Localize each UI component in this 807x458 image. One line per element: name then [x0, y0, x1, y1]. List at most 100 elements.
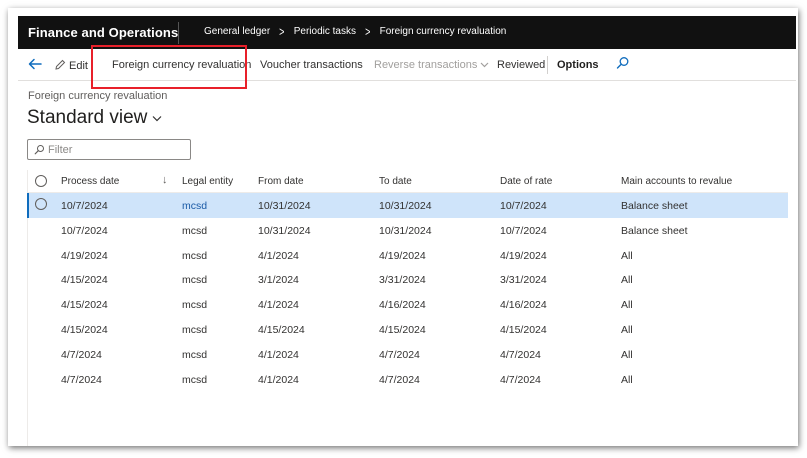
grid-body: 10/7/2024 mcsd 10/31/2024 10/31/2024 10/7/20… [27, 193, 788, 391]
window-frame: Finance and Operations General ledger > … [8, 8, 798, 446]
cell-date-of-rate: 4/7/2024 [500, 348, 541, 361]
revaluation-grid: Process date ↓ Legal entity From date To… [27, 170, 788, 391]
table-row[interactable]: 4/7/2024 mcsd 4/1/2024 4/7/2024 4/7/2024 All [27, 367, 788, 392]
breadcrumb-general-ledger[interactable]: General ledger [204, 26, 270, 37]
cell-process-date: 4/15/2024 [61, 299, 108, 312]
cell-main-accounts: All [621, 274, 633, 287]
cell-legal-entity[interactable]: mcsd [182, 374, 207, 386]
pencil-icon [55, 59, 66, 70]
voucher-transactions-button[interactable]: Voucher transactions [260, 59, 363, 71]
column-header-process-date[interactable]: Process date [61, 176, 119, 187]
back-arrow-icon[interactable] [26, 55, 44, 73]
table-row[interactable]: 4/15/2024 mcsd 3/1/2024 3/31/2024 3/31/2024 A… [27, 267, 788, 292]
cell-main-accounts: All [621, 323, 633, 336]
search-icon[interactable] [616, 56, 630, 70]
table-row[interactable]: 4/19/2024 mcsd 4/1/2024 4/19/2024 4/19/2024 A… [27, 243, 788, 268]
radio-icon [35, 198, 47, 210]
row-select-radio[interactable] [35, 198, 47, 210]
cell-from-date: 10/31/2024 [258, 224, 311, 237]
cell-process-date: 4/15/2024 [61, 323, 108, 336]
column-header-to-date[interactable]: To date [379, 176, 412, 187]
column-header-from-date[interactable]: From date [258, 176, 304, 187]
action-divider [547, 56, 548, 74]
cell-date-of-rate: 4/15/2024 [500, 323, 547, 336]
cell-to-date: 4/19/2024 [379, 249, 426, 262]
selection-indicator [27, 193, 29, 218]
edit-button[interactable]: Edit [54, 59, 88, 72]
select-all-radio[interactable] [35, 175, 47, 187]
cell-date-of-rate: 4/19/2024 [500, 249, 547, 262]
chevron-down-icon [480, 62, 489, 68]
cell-main-accounts: All [621, 249, 633, 262]
cell-process-date: 4/7/2024 [61, 373, 102, 386]
cell-from-date: 10/31/2024 [258, 200, 311, 212]
cell-to-date: 3/31/2024 [379, 274, 426, 287]
cell-legal-entity[interactable]: mcsd [182, 349, 207, 361]
cell-legal-entity[interactable]: mcsd [182, 200, 207, 212]
cell-from-date: 4/1/2024 [258, 348, 299, 361]
cell-to-date: 4/16/2024 [379, 299, 426, 312]
view-selector[interactable]: Standard view [27, 107, 162, 129]
column-header-date-of-rate[interactable]: Date of rate [500, 176, 552, 187]
filter-search-icon [34, 145, 44, 155]
cell-to-date: 4/15/2024 [379, 323, 426, 336]
cell-legal-entity[interactable]: mcsd [182, 250, 207, 262]
breadcrumb-current-page: Foreign currency revaluation [379, 26, 507, 37]
cell-from-date: 4/15/2024 [258, 323, 305, 336]
table-row[interactable]: 4/15/2024 mcsd 4/1/2024 4/16/2024 4/16/2024 A… [27, 292, 788, 317]
cell-from-date: 3/1/2024 [258, 274, 299, 287]
chevron-down-icon [152, 115, 162, 121]
cell-process-date: 4/15/2024 [61, 274, 108, 287]
breadcrumb-periodic-tasks[interactable]: Periodic tasks [294, 26, 356, 37]
cell-process-date: 4/7/2024 [61, 348, 102, 361]
cell-legal-entity[interactable]: mcsd [182, 225, 207, 237]
highlight-annotation-box [91, 45, 247, 89]
table-row[interactable]: 10/7/2024 mcsd 10/31/2024 10/31/2024 10/7/20… [27, 193, 788, 218]
cell-main-accounts: Balance sheet [621, 224, 688, 237]
cell-to-date: 10/31/2024 [379, 224, 432, 237]
cell-date-of-rate: 10/7/2024 [500, 200, 547, 212]
cell-main-accounts: All [621, 373, 633, 386]
cell-main-accounts: All [621, 348, 633, 361]
cell-to-date: 4/7/2024 [379, 373, 420, 386]
radio-icon [35, 175, 47, 187]
cell-process-date: 4/19/2024 [61, 249, 108, 262]
app-title[interactable]: Finance and Operations [28, 25, 178, 40]
column-header-legal-entity[interactable]: Legal entity [182, 176, 233, 187]
grid-header-row: Process date ↓ Legal entity From date To… [27, 170, 788, 193]
cell-main-accounts: All [621, 299, 633, 312]
cell-date-of-rate: 3/31/2024 [500, 274, 547, 287]
filter-input[interactable] [48, 142, 184, 157]
chevron-right-icon: > [279, 23, 285, 39]
cell-from-date: 4/1/2024 [258, 373, 299, 386]
sort-arrow-icon[interactable]: ↓ [162, 174, 168, 186]
cell-from-date: 4/1/2024 [258, 299, 299, 312]
chevron-right-icon: > [365, 23, 371, 39]
cell-legal-entity[interactable]: mcsd [182, 274, 207, 286]
cell-from-date: 4/1/2024 [258, 249, 299, 262]
table-row[interactable]: 4/7/2024 mcsd 4/1/2024 4/7/2024 4/7/2024 All [27, 342, 788, 367]
table-row[interactable]: 4/15/2024 mcsd 4/15/2024 4/15/2024 4/15/2024… [27, 317, 788, 342]
filter-field[interactable] [27, 139, 191, 160]
breadcrumb: General ledger > Periodic tasks > Foreig… [204, 23, 507, 39]
reviewed-button[interactable]: Reviewed [497, 59, 545, 71]
view-title: Standard view [27, 107, 148, 128]
edit-label: Edit [69, 60, 88, 72]
reverse-transactions-label: Reverse transactions [374, 59, 478, 71]
table-row[interactable]: 10/7/2024 mcsd 10/31/2024 10/31/2024 10/7/20… [27, 218, 788, 243]
cell-to-date: 4/7/2024 [379, 348, 420, 361]
cell-date-of-rate: 10/7/2024 [500, 224, 547, 237]
cell-date-of-rate: 4/16/2024 [500, 299, 547, 312]
cell-legal-entity[interactable]: mcsd [182, 299, 207, 311]
cell-date-of-rate: 4/7/2024 [500, 373, 541, 386]
cell-process-date: 10/7/2024 [61, 200, 108, 212]
cell-main-accounts: Balance sheet [621, 200, 688, 212]
column-header-main-accounts[interactable]: Main accounts to revalue [621, 176, 732, 187]
cell-legal-entity[interactable]: mcsd [182, 324, 207, 336]
topbar-divider [178, 22, 179, 44]
cell-process-date: 10/7/2024 [61, 224, 108, 237]
options-tab[interactable]: Options [557, 59, 599, 71]
page-caption: Foreign currency revaluation [28, 90, 168, 102]
cell-to-date: 10/31/2024 [379, 200, 432, 212]
reverse-transactions-button[interactable]: Reverse transactions [374, 59, 489, 71]
